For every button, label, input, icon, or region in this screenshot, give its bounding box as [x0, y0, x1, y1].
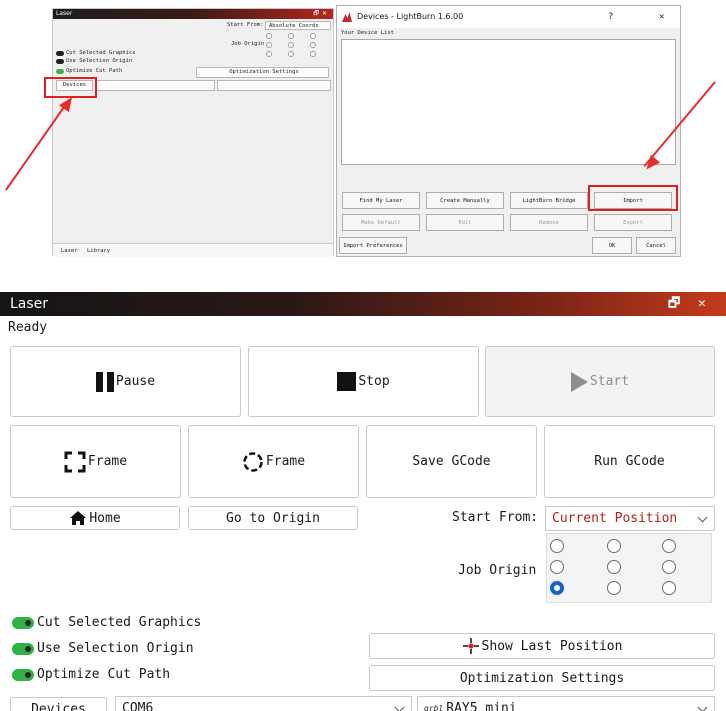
- mini-optimization-settings-button[interactable]: Optimization Settings: [196, 67, 329, 78]
- port-dropdown[interactable]: COM6: [115, 696, 412, 711]
- mini-origin-radio[interactable]: [266, 33, 272, 39]
- origin-radio-middle-left[interactable]: [550, 560, 564, 574]
- mini-tab-laser[interactable]: Laser: [61, 248, 78, 255]
- lightburn-bridge-button[interactable]: LightBurn Bridge: [510, 192, 588, 209]
- status-text: Ready: [8, 320, 48, 335]
- cut-selected-toggle[interactable]: [12, 617, 34, 629]
- frame-button[interactable]: Frame: [10, 425, 181, 498]
- chevron-down-icon: [697, 702, 708, 711]
- frame-circle-icon: [243, 451, 263, 472]
- origin-radio-center[interactable]: [607, 560, 621, 574]
- ok-button[interactable]: OK: [592, 237, 632, 254]
- go-to-origin-button[interactable]: Go to Origin: [188, 506, 358, 530]
- mini-laser-title: Laser: [56, 10, 73, 17]
- device-dropdown[interactable]: grbl RAY5 mini: [417, 696, 715, 711]
- use-selection-origin-label: Use Selection Origin: [37, 641, 194, 656]
- job-origin-grid: [546, 533, 712, 603]
- mini-toggle-selection-origin[interactable]: [56, 59, 64, 64]
- optimization-settings-button[interactable]: Optimization Settings: [369, 665, 715, 691]
- mini-origin-radio[interactable]: [266, 42, 272, 48]
- start-button[interactable]: Start: [485, 346, 715, 417]
- origin-radio-top-right[interactable]: [662, 539, 676, 553]
- origin-radio-top-center[interactable]: [607, 539, 621, 553]
- mini-origin-radio[interactable]: [266, 51, 272, 57]
- pause-icon: [95, 371, 114, 392]
- mini-origin-radio[interactable]: [288, 33, 294, 39]
- close-icon[interactable]: ✕: [659, 6, 664, 28]
- laser-titlebar: Laser: [0, 292, 726, 316]
- mini-origin-radio[interactable]: [310, 33, 316, 39]
- chevron-down-icon: [394, 702, 405, 711]
- play-icon: [570, 371, 588, 392]
- create-manually-button[interactable]: Create Manually: [426, 192, 504, 209]
- find-my-laser-button[interactable]: Find My Laser: [342, 192, 420, 209]
- mini-origin-radio[interactable]: [310, 51, 316, 57]
- home-icon: [70, 511, 87, 525]
- devices-dialog-title: Devices - LightBurn 1.6.00: [357, 12, 464, 21]
- close-panel-icon[interactable]: ✕: [698, 292, 706, 316]
- import-highlight-box: [588, 185, 678, 211]
- optimize-cut-path-label: Optimize Cut Path: [37, 667, 171, 682]
- mini-origin-radio[interactable]: [310, 42, 316, 48]
- origin-radio-middle-right[interactable]: [662, 560, 676, 574]
- make-default-button[interactable]: Make Default: [342, 214, 420, 231]
- laser-title: Laser: [10, 296, 49, 312]
- mini-selection-origin-label: Use Selection Origin: [66, 58, 133, 64]
- start-from-dropdown[interactable]: Current Position: [545, 506, 715, 531]
- device-list[interactable]: [341, 39, 676, 165]
- pause-button[interactable]: Pause: [10, 346, 241, 417]
- mini-job-origin-label: Job Origin: [231, 41, 265, 47]
- mini-port-dropdown[interactable]: [95, 80, 215, 91]
- origin-radio-bottom-left[interactable]: [550, 581, 564, 595]
- show-last-position-button[interactable]: Show Last Position: [369, 633, 715, 659]
- mini-origin-radio[interactable]: [288, 42, 294, 48]
- devices-dialog: Devices - LightBurn 1.6.00 ? ✕ Your Devi…: [336, 5, 681, 257]
- mini-optimize-label: Optimize Cut Path: [66, 68, 123, 74]
- job-origin-label: Job Origin: [458, 563, 537, 578]
- run-gcode-button[interactable]: Run GCode: [544, 425, 715, 498]
- import-preferences-button[interactable]: Import Preferences: [339, 237, 407, 254]
- chevron-down-icon: [697, 512, 708, 522]
- devices-highlight-box: [44, 77, 97, 98]
- mini-laser-titlebar: Laser 🗗✕: [53, 9, 333, 19]
- mini-laser-panel: Laser 🗗✕ Start From: Absolute Coords Job…: [52, 8, 334, 257]
- mini-start-from-dropdown[interactable]: Absolute Coords: [265, 21, 331, 30]
- origin-radio-bottom-center[interactable]: [607, 581, 621, 595]
- export-button[interactable]: Export: [594, 214, 672, 231]
- float-icon[interactable]: 🗗: [668, 292, 680, 316]
- mini-cut-selected-label: Cut Selected Graphics: [66, 50, 136, 56]
- help-icon[interactable]: ?: [608, 6, 613, 28]
- mini-toggle-optimize[interactable]: [56, 69, 64, 74]
- devices-button[interactable]: Devices: [10, 697, 107, 711]
- origin-radio-top-left[interactable]: [550, 539, 564, 553]
- mini-origin-radio[interactable]: [288, 51, 294, 57]
- frame-circle-button[interactable]: Frame: [188, 425, 359, 498]
- stop-button[interactable]: Stop: [248, 346, 479, 417]
- optimize-cut-path-toggle[interactable]: [12, 669, 34, 681]
- use-selection-origin-toggle[interactable]: [12, 643, 34, 655]
- mini-toggle-cut-selected[interactable]: [56, 51, 64, 56]
- mini-tab-library[interactable]: Library: [87, 248, 110, 255]
- mini-float-close-icon[interactable]: 🗗✕: [313, 9, 330, 19]
- crosshair-icon: [462, 638, 479, 654]
- home-button[interactable]: Home: [10, 506, 180, 530]
- edit-button[interactable]: Edit: [426, 214, 504, 231]
- stop-icon: [337, 372, 357, 391]
- origin-radio-bottom-right[interactable]: [662, 581, 676, 595]
- cut-selected-label: Cut Selected Graphics: [37, 615, 202, 630]
- mini-device-dropdown[interactable]: [217, 80, 331, 91]
- mini-tab-bar: Laser Library: [53, 243, 333, 257]
- save-gcode-button[interactable]: Save GCode: [366, 425, 537, 498]
- device-list-label: Your Device List: [341, 30, 394, 36]
- start-from-label: Start From:: [452, 510, 539, 525]
- devices-dialog-titlebar: Devices - LightBurn 1.6.00: [337, 6, 680, 28]
- frame-rect-icon: [64, 451, 86, 472]
- mini-start-from-label: Start From:: [227, 22, 264, 28]
- cancel-button[interactable]: Cancel: [636, 237, 676, 254]
- remove-button[interactable]: Remove: [510, 214, 588, 231]
- grbl-badge: grbl: [424, 704, 444, 711]
